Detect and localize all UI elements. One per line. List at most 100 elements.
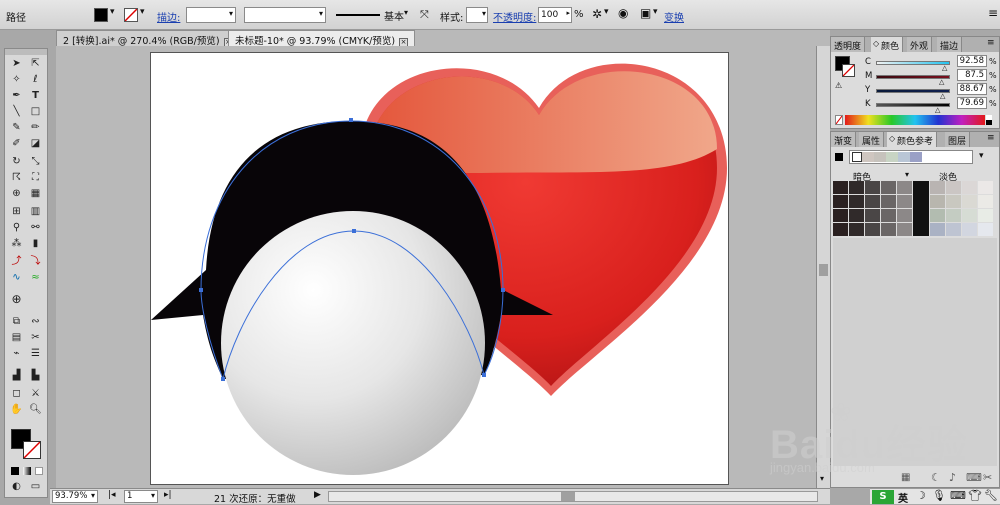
panel-menu-icon[interactable]: ≡ <box>987 133 995 143</box>
transform-link[interactable]: 变换 <box>664 9 684 24</box>
column-graph-tool-icon[interactable]: ▮ <box>27 236 44 251</box>
color-mode-icon[interactable] <box>11 467 19 475</box>
ime-logo-icon[interactable]: S <box>872 490 894 504</box>
slider-handle-icon[interactable]: △ <box>939 78 944 86</box>
path-tool-icon[interactable]: ∿ <box>8 270 25 285</box>
target-tool-icon[interactable]: ⊕ <box>8 292 25 307</box>
none-color-icon[interactable] <box>835 115 843 125</box>
panel-toggle-icon[interactable]: ◇ <box>889 134 895 143</box>
out-of-gamut-icon[interactable]: ⚠ <box>835 81 842 90</box>
draw-mode-icon[interactable]: ◐ <box>8 479 25 494</box>
eraser-tool-icon[interactable]: ◪ <box>27 136 44 151</box>
chevron-down-icon[interactable]: ▾ <box>140 7 145 17</box>
status-menu-icon[interactable]: ▶ <box>314 490 321 500</box>
anchor-point[interactable] <box>221 377 225 381</box>
first-page-icon[interactable]: |◂ <box>108 490 116 500</box>
hand-tool-icon[interactable]: ✋ <box>8 402 25 417</box>
wrench-icon[interactable]: 🔧︎ <box>984 489 998 502</box>
artboard[interactable] <box>150 52 729 485</box>
stroke-link[interactable]: 描边: <box>157 9 180 24</box>
stacked-graph-tool-icon[interactable]: ▙ <box>27 368 44 383</box>
mic-icon[interactable]: 🎙︎ <box>932 489 946 502</box>
anchor-point[interactable] <box>349 118 353 122</box>
anchor-point-tool-icon[interactable]: ⤴ <box>8 254 25 269</box>
blob-brush-tool-icon[interactable]: ✐ <box>8 136 25 151</box>
symbol-sprayer-tool-icon[interactable]: ⁂ <box>8 236 25 251</box>
selection-tool-icon[interactable]: ➤ <box>8 56 25 71</box>
isolate-icon[interactable]: ◉ <box>618 6 628 20</box>
tab-color[interactable]: ◇ 颜色 <box>871 37 904 52</box>
color-spectrum[interactable] <box>845 115 985 125</box>
gradient-mode-icon[interactable] <box>23 467 31 475</box>
tab-attributes[interactable]: 属性 <box>859 132 885 147</box>
variable-width-dropdown[interactable]: ▾ <box>244 7 326 23</box>
tab-appearance[interactable]: 外观 <box>907 37 933 52</box>
panel-menu-icon[interactable]: ≡ <box>987 38 995 48</box>
chart-tool-icon[interactable]: ▤ <box>8 330 25 345</box>
tab-color-guide[interactable]: ◇ 颜色参考 <box>887 132 938 147</box>
channel-m-value[interactable]: 87.5 <box>957 69 987 81</box>
color-variations-grid[interactable] <box>833 181 995 237</box>
stroke-weight-field[interactable]: ▾ <box>186 7 236 23</box>
bar-graph-tool-icon[interactable]: ▟ <box>8 368 25 383</box>
tab-gradient[interactable]: 渐变 <box>831 132 857 147</box>
moon-icon[interactable]: ☽ <box>916 489 926 502</box>
skin-icon[interactable]: 👕︎ <box>968 489 982 502</box>
rectangle-tool-icon[interactable]: □ <box>27 104 44 119</box>
black-swatch[interactable] <box>986 120 992 125</box>
anchor-point[interactable] <box>482 373 486 377</box>
fill-swatch[interactable] <box>94 8 108 22</box>
chevron-down-icon[interactable]: ▾ <box>110 7 115 17</box>
type-tool-icon[interactable]: T <box>27 88 44 103</box>
smooth-tool-icon[interactable]: ≈ <box>27 270 44 285</box>
rotate-tool-icon[interactable]: ↻ <box>8 154 25 169</box>
opacity-field[interactable]: 100 ▸ <box>538 7 572 23</box>
opacity-link[interactable]: 不透明度: <box>493 9 536 24</box>
zoom-field[interactable]: 93.79% ▾ <box>52 490 98 503</box>
stroke-profile-dropdown[interactable]: 基本 ▾ <box>334 7 410 23</box>
artboard-tool-icon[interactable]: ◻ <box>8 386 25 401</box>
keyboard-icon[interactable]: ⌨ <box>950 489 966 502</box>
stroke-color-swatch[interactable] <box>23 441 41 459</box>
reset-icon[interactable]: ⤧ <box>420 8 429 22</box>
tab-layers[interactable]: 图层 <box>945 132 971 147</box>
channel-c-value[interactable]: 92.58 <box>957 55 987 67</box>
slider-handle-icon[interactable]: △ <box>935 106 940 114</box>
none-mode-icon[interactable] <box>35 467 43 475</box>
zoom-tool-icon[interactable]: 🔍︎ <box>27 402 44 417</box>
tools-panel-header[interactable] <box>5 49 47 55</box>
gradient-tool-icon[interactable]: ▥ <box>27 204 44 219</box>
page-field[interactable]: 1 ▾ <box>124 490 158 503</box>
blend-tool-icon[interactable]: ⚯ <box>27 220 44 235</box>
mesh-tool-icon[interactable]: ⊞ <box>8 204 25 219</box>
lasso-tool-icon[interactable]: ℓ <box>27 72 44 87</box>
knife-tool-icon[interactable]: ⌁ <box>8 346 25 361</box>
tab-document-2[interactable]: 2 [转换].ai* @ 270.4% (RGB/预览)× <box>56 30 240 47</box>
scissors-tool-icon[interactable]: ✂ <box>27 330 44 345</box>
list-tool-icon[interactable]: ☰ <box>27 346 44 361</box>
last-page-icon[interactable]: ▸| <box>164 490 172 500</box>
warp-tool-icon[interactable]: ☈ <box>8 170 25 185</box>
base-color-swatch[interactable] <box>835 153 843 161</box>
channel-k-value[interactable]: 79.69 <box>957 97 987 109</box>
artwork[interactable] <box>151 53 730 486</box>
slider-handle-icon[interactable]: △ <box>942 64 947 72</box>
horizontal-scrollbar[interactable] <box>328 491 818 502</box>
color-stroke-swatch[interactable] <box>842 64 855 77</box>
channel-y-slider[interactable] <box>876 89 950 93</box>
free-transform-tool-icon[interactable]: ⛶ <box>27 170 44 185</box>
magic-wand-tool-icon[interactable]: ✧ <box>8 72 25 87</box>
width-tool-icon[interactable]: ∾ <box>27 314 44 329</box>
paintbrush-tool-icon[interactable]: ✎ <box>8 120 25 135</box>
recolor-icon[interactable]: ✲ <box>592 7 602 21</box>
chevron-down-icon[interactable]: ▾ <box>979 151 984 161</box>
scrollbar-thumb[interactable] <box>819 264 828 276</box>
panel-toggle-icon[interactable]: ◇ <box>873 39 879 48</box>
slice-select-tool-icon[interactable]: ⚔ <box>27 386 44 401</box>
pen-tool-icon[interactable]: ✒ <box>8 88 25 103</box>
scale-tool-icon[interactable]: ⤡ <box>27 154 44 169</box>
anchor-point[interactable] <box>199 288 203 292</box>
style-dropdown[interactable]: ▾ <box>466 7 488 23</box>
perspective-grid-tool-icon[interactable]: ▦ <box>27 186 44 201</box>
chevron-down-icon[interactable]: ▾ <box>653 7 658 17</box>
